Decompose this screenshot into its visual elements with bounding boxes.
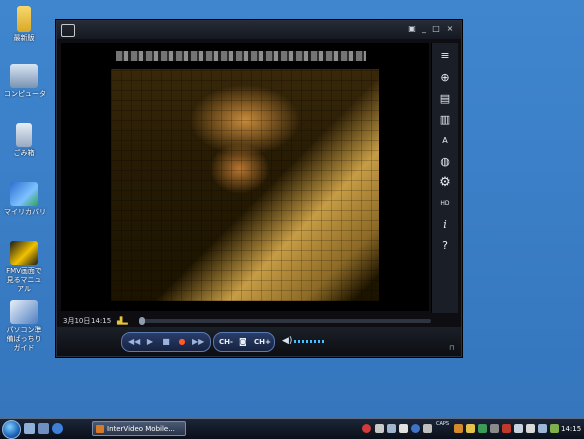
player-side-toolbar: ≡ ⊕ ▤ ▥ A ◍ ⚙ HD i ?: [431, 43, 458, 313]
hd-icon[interactable]: HD: [437, 197, 453, 211]
record-button-icon[interactable]: ●: [176, 336, 188, 348]
mosaic-overlay: [111, 69, 379, 301]
channel-group: CH- ◙ CH+: [213, 332, 275, 352]
lock-icon[interactable]: ⊓: [449, 344, 454, 352]
player-logo-icon: [61, 24, 75, 37]
seek-bar[interactable]: [141, 319, 431, 323]
tray-app-icon[interactable]: [466, 424, 475, 433]
taskbar: InterVideo Mobile... CAPS 14:15: [0, 418, 584, 439]
network-icon[interactable]: [362, 424, 371, 433]
tray-app-icon[interactable]: [375, 424, 384, 433]
tray-app-icon[interactable]: [490, 424, 499, 433]
desktop-icon-label: 最新版: [13, 34, 35, 42]
caption-icon[interactable]: A: [437, 134, 453, 148]
desktop-icon-recycle-bin[interactable]: ごみ箱: [4, 123, 44, 158]
caps-indicator: CAPS: [436, 421, 450, 427]
start-button[interactable]: [2, 420, 21, 439]
channel-list-icon[interactable]: ◙: [239, 335, 247, 349]
folder-icon: [17, 6, 31, 32]
tv-player-window: ▣ _ □ × ≡ ⊕ ▤ ▥ A ◍ ⚙ HD i ? 3月10日 14:15: [56, 20, 462, 357]
show-desktop-icon[interactable]: [24, 423, 35, 434]
desktop-icon-label: パソコン準備ばっちりガイド: [6, 326, 42, 352]
help-icon[interactable]: ?: [437, 239, 453, 253]
video-caption-overlay: [116, 51, 366, 61]
tray-app-icon[interactable]: [514, 424, 523, 433]
guide-icon: [10, 300, 38, 324]
record-icon[interactable]: ▤: [437, 92, 453, 106]
status-row: 3月10日 14:15 ▟▂: [61, 315, 457, 327]
menu-icon[interactable]: ≡: [437, 49, 453, 63]
switch-windows-icon[interactable]: [38, 423, 49, 434]
play-icon[interactable]: ▶: [144, 336, 156, 348]
taskbar-item-label: InterVideo Mobile...: [107, 425, 175, 433]
tray-app-icon[interactable]: [454, 424, 463, 433]
status-date: 3月10日: [63, 317, 91, 325]
desktop-icon-guide[interactable]: パソコン準備ばっちりガイド: [4, 300, 44, 353]
signal-strength-icon: ▟▂: [117, 317, 128, 325]
desktop-icon-label: マイリカバリ: [4, 208, 46, 216]
globe-icon[interactable]: ⊕: [437, 71, 453, 85]
power-tray-icon[interactable]: [550, 424, 559, 433]
video-display[interactable]: [61, 43, 429, 311]
desktop-icon-folder[interactable]: 最新版: [4, 6, 44, 43]
recording-list-icon[interactable]: ▥: [437, 113, 453, 127]
taskbar-item-intervideo[interactable]: InterVideo Mobile...: [92, 421, 186, 436]
internet-explorer-icon[interactable]: [52, 423, 63, 434]
desktop-icon-label: ごみ箱: [13, 149, 35, 157]
desktop-icon-label: FMV画面で見るマニュアル: [6, 267, 42, 293]
desktop-icon-label: コンピュータ: [4, 90, 46, 98]
desktop-icon-recovery[interactable]: マイリカバリ: [4, 182, 46, 217]
computer-icon: [10, 64, 38, 88]
volume-icon[interactable]: ◀): [282, 336, 292, 346]
compact-mode-icon[interactable]: ▣: [407, 24, 417, 34]
chat-icon[interactable]: ◍: [437, 155, 453, 169]
network-tray-icon[interactable]: [538, 424, 547, 433]
close-icon[interactable]: ×: [445, 24, 455, 34]
tray-app-icon[interactable]: [423, 424, 432, 433]
tray-app-icon[interactable]: [502, 424, 511, 433]
video-frame: [111, 69, 379, 301]
stop-icon[interactable]: ■: [160, 336, 172, 348]
system-tray: CAPS 14:15: [358, 421, 584, 437]
manual-icon: [10, 241, 38, 265]
desktop-icon-computer[interactable]: コンピュータ: [4, 64, 46, 99]
fast-forward-icon[interactable]: ▶▶: [192, 336, 204, 348]
intervideo-app-icon: [96, 425, 104, 433]
tray-app-icon[interactable]: [399, 424, 408, 433]
player-titlebar[interactable]: ▣ _ □ ×: [57, 21, 461, 39]
status-time: 14:15: [91, 317, 112, 325]
volume-slider[interactable]: [294, 340, 324, 343]
channel-up-button[interactable]: CH+: [254, 335, 271, 349]
maximize-icon[interactable]: □: [431, 24, 441, 34]
taskbar-clock[interactable]: 14:15: [561, 423, 581, 435]
tray-app-icon[interactable]: [387, 424, 396, 433]
desktop: 最新版 コンピュータ ごみ箱 マイリカバリ FMV画面で見るマニュアル パソコン…: [0, 0, 584, 418]
recovery-icon: [10, 182, 38, 206]
settings-icon[interactable]: ⚙: [437, 176, 453, 190]
playback-controls: ◀◀ ▶ ■ ● ▶▶ CH- ◙ CH+ ◀) ⊓: [57, 327, 461, 356]
volume-tray-icon[interactable]: [526, 424, 535, 433]
rewind-icon[interactable]: ◀◀: [128, 336, 140, 348]
minimize-icon[interactable]: _: [419, 24, 429, 34]
tray-app-icon[interactable]: [478, 424, 487, 433]
info-icon[interactable]: i: [437, 218, 453, 232]
seek-handle[interactable]: [139, 317, 145, 325]
transport-group: ◀◀ ▶ ■ ● ▶▶: [121, 332, 211, 352]
channel-down-button[interactable]: CH-: [219, 335, 233, 349]
recycle-bin-icon: [16, 123, 32, 147]
desktop-icon-manual[interactable]: FMV画面で見るマニュアル: [4, 241, 44, 294]
help-tray-icon[interactable]: [411, 424, 420, 433]
